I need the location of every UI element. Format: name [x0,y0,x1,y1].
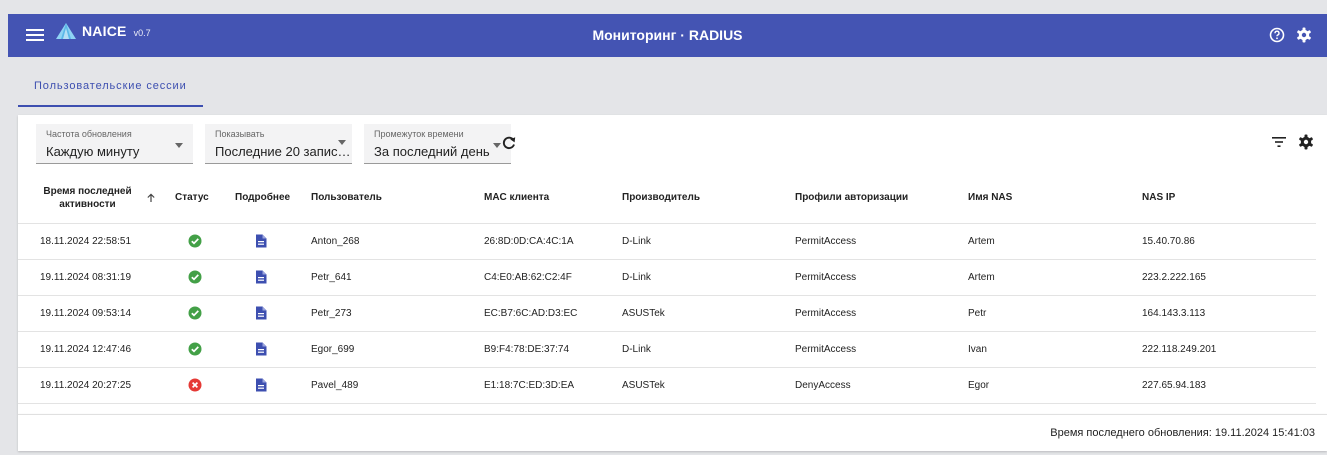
column-header-last-activity[interactable]: Время последней активности [18,173,175,224]
column-header-mac[interactable]: MAC клиента [484,173,622,224]
tab-bar: Пользовательские сессии [8,57,1327,107]
status-success-icon [188,270,202,284]
filter-icon[interactable] [1271,135,1287,149]
table-header-row: Время последней активности Статус Подроб… [18,173,1316,224]
cell-auth-profile: DenyAccess [795,367,968,404]
status-error-icon [188,378,202,392]
cell-nas-name: Petr [968,295,1142,332]
refresh-rate-select[interactable]: Частота обновления Каждую минуту [36,124,193,164]
document-icon[interactable] [255,270,267,284]
last-updated-text: Время последнего обновления: 19.11.2024 … [1050,427,1315,439]
cell-auth-profile: PermitAccess [795,259,968,296]
table-row[interactable]: 19.11.2024 08:31:19 Petr_641 C4:E0:AB:62… [18,259,1316,296]
document-icon[interactable] [255,234,267,248]
document-icon[interactable] [255,342,267,356]
cell-vendor: D-Link [622,331,795,368]
refresh-icon[interactable] [500,134,518,152]
time-range-label: Промежуток времени [374,129,464,139]
status-success-icon [188,306,202,320]
table-row[interactable]: 19.11.2024 12:47:46 Egor_699 B9:F4:78:DE… [18,331,1316,368]
cell-status [175,367,235,404]
cell-nas-ip: 223.2.222.165 [1142,259,1316,296]
table-row[interactable]: 19.11.2024 09:53:14 Petr_273 EC:B7:6C:AD… [18,295,1316,332]
gear-icon[interactable] [1295,26,1313,44]
help-icon[interactable] [1268,26,1286,44]
time-range-select[interactable]: Промежуток времени За последний день [364,124,511,164]
chevron-down-icon [338,140,346,145]
cell-nas-ip: 227.65.94.183 [1142,367,1316,404]
sessions-card: Частота обновления Каждую минуту Показыв… [18,115,1327,414]
top-app-bar: NAICE v0.7 Мониторинг · RADIUS [8,14,1327,57]
cell-status [175,223,235,260]
table-settings-gear-icon[interactable] [1297,133,1315,151]
cell-last-activity: 19.11.2024 08:31:19 [18,259,175,296]
cell-user: Anton_268 [311,223,484,260]
refresh-rate-label: Частота обновления [46,129,132,139]
cell-auth-profile: PermitAccess [795,331,968,368]
document-icon[interactable] [255,378,267,392]
cell-mac: B9:F4:78:DE:37:74 [484,331,622,368]
sort-ascending-icon[interactable] [146,193,156,203]
chevron-down-icon [175,143,183,148]
cell-user: Petr_641 [311,259,484,296]
cell-auth-profile: PermitAccess [795,295,968,332]
cell-nas-name: Artem [968,223,1142,260]
cell-status [175,331,235,368]
column-header-nas-name[interactable]: Имя NAS [968,173,1142,224]
cell-vendor: D-Link [622,259,795,296]
cell-mac: 26:8D:0D:CA:4C:1A [484,223,622,260]
column-header-auth-profiles[interactable]: Профили авторизации [795,173,968,224]
table-row[interactable]: 18.11.2024 22:58:51 Anton_268 26:8D:0D:C… [18,223,1316,260]
cell-user: Pavel_489 [311,367,484,404]
cell-vendor: ASUSTek [622,295,795,332]
show-count-select[interactable]: Показывать Последние 20 запис… [205,124,352,164]
cell-last-activity: 19.11.2024 12:47:46 [18,331,175,368]
cell-details [235,259,311,296]
cell-last-activity: 19.11.2024 20:27:25 [18,367,175,404]
column-header-nas-ip[interactable]: NAS IP [1142,173,1316,224]
cell-details [235,331,311,368]
cell-last-activity: 19.11.2024 09:53:14 [18,295,175,332]
tab-user-sessions[interactable]: Пользовательские сессии [18,75,203,107]
sessions-table: Время последней активности Статус Подроб… [18,173,1316,404]
table-body: 18.11.2024 22:58:51 Anton_268 26:8D:0D:C… [18,223,1316,404]
cell-status [175,259,235,296]
cell-details [235,223,311,260]
show-count-value: Последние 20 запис… [215,144,351,159]
cell-mac: EC:B7:6C:AD:D3:EC [484,295,622,332]
cell-details [235,367,311,404]
column-header-label: Время последней активности [43,185,132,210]
cell-vendor: D-Link [622,223,795,260]
cell-nas-ip: 164.143.3.113 [1142,295,1316,332]
cell-nas-name: Artem [968,259,1142,296]
cell-status [175,295,235,332]
cell-last-activity: 18.11.2024 22:58:51 [18,223,175,260]
cell-vendor: ASUSTek [622,367,795,404]
cell-user: Egor_699 [311,331,484,368]
column-header-status[interactable]: Статус [175,173,235,224]
cell-auth-profile: PermitAccess [795,223,968,260]
refresh-rate-value: Каждую минуту [46,144,140,159]
show-count-label: Показывать [215,129,265,139]
cell-details [235,295,311,332]
page-title: Мониторинг · RADIUS [592,27,743,43]
status-footer: Время последнего обновления: 19.11.2024 … [18,414,1327,451]
status-success-icon [188,234,202,248]
column-header-user[interactable]: Пользователь [311,173,484,224]
controls-bar: Частота обновления Каждую минуту Показыв… [18,115,1327,173]
cell-nas-ip: 222.118.249.201 [1142,331,1316,368]
time-range-value: За последний день [374,144,490,159]
cell-mac: C4:E0:AB:62:C2:4F [484,259,622,296]
cell-nas-ip: 15.40.70.86 [1142,223,1316,260]
cell-mac: E1:18:7C:ED:3D:EA [484,367,622,404]
column-header-details[interactable]: Подробнее [235,173,311,224]
cell-nas-name: Egor [968,367,1142,404]
table-row[interactable]: 19.11.2024 20:27:25 Pavel_489 E1:18:7C:E… [18,367,1316,404]
status-success-icon [188,342,202,356]
document-icon[interactable] [255,306,267,320]
cell-user: Petr_273 [311,295,484,332]
cell-nas-name: Ivan [968,331,1142,368]
column-header-vendor[interactable]: Производитель [622,173,795,224]
